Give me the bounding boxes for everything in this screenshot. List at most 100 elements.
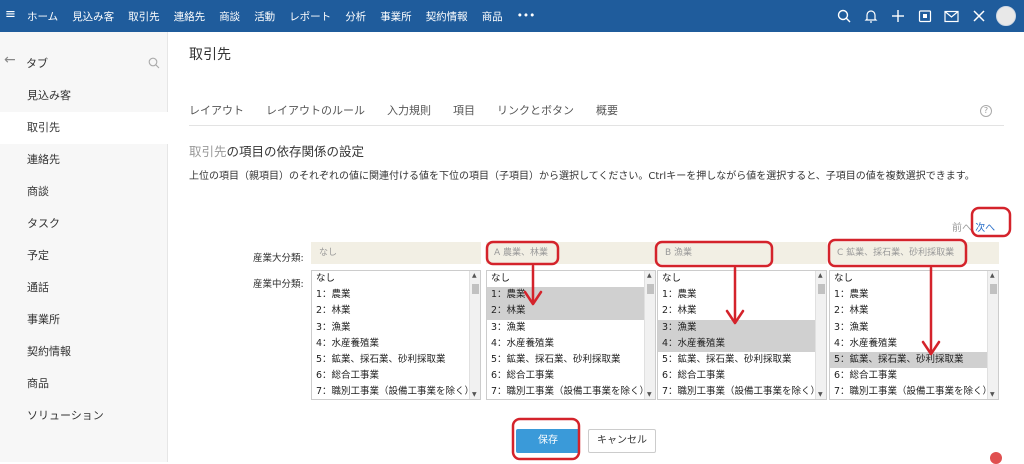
scroll-down-icon[interactable]: ▼ [818,391,823,398]
listbox-option[interactable]: 4：水産養殖業 [658,335,816,352]
nav-item[interactable]: 見込み客 [72,9,114,24]
listbox-scrollbar[interactable]: ▲ ▼ [644,271,655,399]
scroll-thumb[interactable] [990,284,997,294]
main-nav: ホーム 見込み客 取引先 連絡先 商談 活動 レポート 分析 事業所 契約情報 商品 ••• [27,0,549,32]
nav-item[interactable]: ••• [517,10,536,22]
mail-icon[interactable] [938,10,965,23]
nav-item[interactable]: 連絡先 [174,9,206,24]
child-value-listbox[interactable]: なし 1：農業 2：林業 3：漁業 4：水産養殖業 5：鉱業、採石業、砂利採取業 6：総合工… [829,270,999,400]
nav-item[interactable]: 取引先 [128,9,160,24]
bell-icon[interactable] [857,9,884,23]
listbox-scrollbar[interactable]: ▲ ▼ [987,271,998,399]
scroll-down-icon[interactable]: ▼ [472,391,477,398]
listbox-option[interactable]: 4：水産養殖業 [487,336,645,352]
listbox-scrollbar[interactable]: ▲ ▼ [815,271,826,399]
sidebar-item[interactable]: 商品 [0,368,168,400]
sidebar-item[interactable]: 連絡先 [0,144,168,176]
sidebar-item[interactable]: 契約情報 [0,336,168,368]
listbox-scrollbar[interactable]: ▲ ▼ [469,271,480,399]
scroll-up-icon[interactable]: ▲ [818,272,823,279]
plus-icon[interactable] [884,9,911,23]
listbox-option[interactable]: 7：職別工事業（設備工事業を除く） [312,384,470,399]
tab[interactable]: レイアウトのルール [266,102,365,118]
scroll-down-icon[interactable]: ▼ [647,391,652,398]
listbox-option[interactable]: 3：漁業 [312,320,470,336]
scroll-up-icon[interactable]: ▲ [647,272,652,279]
menu-icon[interactable]: ≡ [5,7,16,22]
cancel-button[interactable]: キャンセル [588,429,656,453]
prev-link[interactable]: 前へ [952,223,972,234]
nav-item[interactable]: 商談 [219,9,240,24]
listbox-option[interactable]: 1：農業 [487,287,645,304]
listbox-option[interactable]: 5：鉱業、採石業、砂利採取業 [312,352,470,368]
listbox-option[interactable]: なし [312,271,470,287]
nav-item[interactable]: 商品 [482,9,503,24]
listbox-option[interactable]: 2：林業 [658,303,816,319]
listbox-option[interactable]: 7：職別工事業（設備工事業を除く） [487,384,645,399]
listbox-option[interactable]: 6：総合工事業 [487,368,645,384]
help-icon[interactable]: ? [980,105,992,117]
listbox-option[interactable]: なし [487,271,645,287]
scroll-up-icon[interactable]: ▲ [472,272,477,279]
sidebar-item[interactable]: 通話 [0,272,168,304]
child-value-listbox[interactable]: なし 1：農業 2：林業 3：漁業 4：水産養殖業 5：鉱業、採石業、砂利採取業 6：総合工… [657,270,827,400]
back-arrow-icon[interactable]: ← [4,52,16,68]
sidebar-item[interactable]: 事業所 [0,304,168,336]
sidebar-item[interactable]: ソリューション [0,400,168,432]
calendar-icon[interactable] [911,9,938,23]
scroll-thumb[interactable] [818,284,825,294]
setting-tabs: レイアウト レイアウトのルール 入力規則 項目 リンクとボタン 概要 [189,102,640,118]
listbox-option[interactable]: 7：職別工事業（設備工事業を除く） [830,384,988,399]
tab[interactable]: 入力規則 [387,102,431,118]
tools-icon[interactable] [965,9,992,23]
listbox-option[interactable]: 2：林業 [830,303,988,319]
tab[interactable]: 項目 [453,102,475,118]
tab[interactable]: リンクとボタン [497,102,574,118]
listbox-option[interactable]: 6：総合工事業 [312,368,470,384]
sidebar-item[interactable]: タスク [0,208,168,240]
listbox-option[interactable]: 4：水産養殖業 [312,336,470,352]
listbox-option[interactable]: 1：農業 [658,287,816,303]
tab[interactable]: 概要 [596,102,618,118]
next-link[interactable]: 次へ [975,223,995,234]
listbox-option[interactable]: 5：鉱業、採石業、砂利採取業 [487,352,645,368]
nav-item[interactable]: ホーム [27,9,58,24]
nav-item[interactable]: レポート [289,9,331,24]
listbox-option[interactable]: 6：総合工事業 [658,368,816,384]
avatar[interactable] [996,6,1016,26]
scroll-up-icon[interactable]: ▲ [990,272,995,279]
listbox-option[interactable]: 7：職別工事業（設備工事業を除く） [658,384,816,399]
child-value-listbox[interactable]: なし 1：農業 2：林業 3：漁業 4：水産養殖業 5：鉱業、採石業、砂利採取業 6：総合工… [486,270,656,400]
listbox-option[interactable]: 5：鉱業、採石業、砂利採取業 [658,352,816,368]
listbox-option[interactable]: なし [830,271,988,287]
scroll-down-icon[interactable]: ▼ [990,391,995,398]
listbox-option[interactable]: 2：林業 [487,303,645,320]
nav-item[interactable]: 事業所 [380,9,412,24]
listbox-option[interactable]: 1：農業 [312,287,470,303]
listbox-option[interactable]: 3：漁業 [487,320,645,336]
search-icon[interactable] [830,9,857,23]
listbox-option[interactable]: 4：水産養殖業 [830,336,988,352]
listbox-option[interactable]: 1：農業 [830,287,988,303]
parent-value-header: C 鉱業、採石業、砂利採取業 [829,242,999,264]
nav-item[interactable]: 契約情報 [426,9,468,24]
scroll-thumb[interactable] [647,284,654,294]
child-value-listbox[interactable]: なし 1：農業 2：林業 3：漁業 4：水産養殖業 5：鉱業、採石業、砂利採取業 6：総合工… [311,270,481,400]
listbox-option[interactable]: 2：林業 [312,303,470,319]
scroll-thumb[interactable] [472,284,479,294]
listbox-option[interactable]: 5：鉱業、採石業、砂利採取業 [830,351,988,369]
sidebar-item[interactable]: 商談 [0,176,168,208]
nav-item[interactable]: 分析 [345,9,366,24]
listbox-option[interactable]: 3：漁業 [830,320,988,336]
sidebar-header: ← タブ [0,52,168,72]
nav-item[interactable]: 活動 [254,9,275,24]
tab[interactable]: レイアウト [189,102,244,118]
sidebar-search-icon[interactable] [148,54,160,73]
listbox-option[interactable]: 3：漁業 [658,319,816,336]
sidebar-item[interactable]: 取引先 [0,112,168,144]
save-button[interactable]: 保存 [516,429,580,453]
sidebar-item[interactable]: 予定 [0,240,168,272]
listbox-option[interactable]: 6：総合工事業 [830,368,988,384]
sidebar-item[interactable]: 見込み客 [0,80,168,112]
listbox-option[interactable]: なし [658,271,816,287]
